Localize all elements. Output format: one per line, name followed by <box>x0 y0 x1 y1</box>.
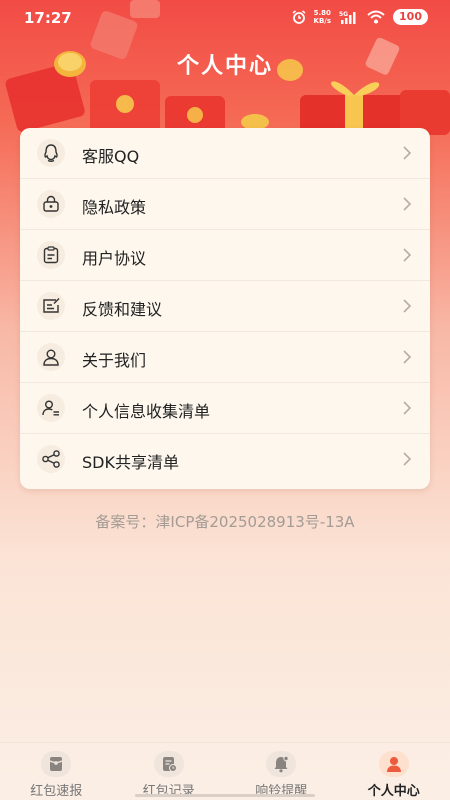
icp-record-number: 备案号：津ICP备2025028913号-13A <box>95 513 355 531</box>
qq-icon <box>37 139 65 167</box>
net-speed-value: 5.80 <box>313 9 331 17</box>
nav-label: 红包速报 <box>30 784 83 799</box>
network-type: 5G <box>339 11 348 18</box>
chevron-right-icon <box>403 350 412 364</box>
wifi-icon <box>367 10 385 24</box>
person-icon <box>37 343 65 371</box>
clipboard-icon <box>37 241 65 269</box>
menu-item-personal-info-list[interactable]: 个人信息收集清单 <box>20 383 430 434</box>
menu-item-about-us[interactable]: 关于我们 <box>20 332 430 383</box>
battery-indicator: 100 <box>393 9 428 25</box>
page-title: 个人中心 <box>176 54 273 79</box>
status-icons: 5.80 KB/s 5G 100 <box>292 9 428 25</box>
menu-item-user-agreement[interactable]: 用户协议 <box>20 230 430 281</box>
lock-icon <box>37 190 65 218</box>
chevron-right-icon <box>403 248 412 262</box>
feedback-icon <box>37 292 65 320</box>
nav-label: 个人中心 <box>367 784 420 799</box>
chevron-right-icon <box>403 401 412 415</box>
menu-item-label: 用户协议 <box>82 249 147 268</box>
alarm-icon <box>292 10 306 24</box>
signal-icon: 5G <box>339 11 356 24</box>
menu-item-sdk-share-list[interactable]: SDK共享清单 <box>20 434 430 484</box>
bell-icon <box>266 751 297 777</box>
menu-item-label: 隐私政策 <box>82 198 147 217</box>
menu-item-label: SDK共享清单 <box>82 453 179 472</box>
settings-menu-card: 客服QQ 隐私政策 用户协议 反馈和建议 关于我们 个人信息收集清单 SDK共享… <box>20 128 430 489</box>
nav-tab-red-packet-records[interactable]: 红包记录 <box>113 743 226 800</box>
chevron-right-icon <box>403 146 412 160</box>
menu-item-label: 关于我们 <box>82 351 147 370</box>
menu-item-label: 个人信息收集清单 <box>82 402 211 421</box>
status-time: 17:27 <box>24 9 72 27</box>
menu-item-feedback[interactable]: 反馈和建议 <box>20 281 430 332</box>
menu-item-label: 反馈和建议 <box>82 300 163 319</box>
gift-box-icon <box>300 81 450 135</box>
share-icon <box>37 445 65 473</box>
menu-item-label: 客服QQ <box>82 147 140 166</box>
chevron-right-icon <box>403 299 412 313</box>
nav-tab-personal-center[interactable]: 个人中心 <box>338 743 450 800</box>
record-icon <box>153 751 184 777</box>
status-bar: 17:27 5.80 KB/s 5G 100 <box>0 0 450 36</box>
red-packet-icon <box>41 751 72 777</box>
menu-item-privacy-policy[interactable]: 隐私政策 <box>20 179 430 230</box>
chevron-right-icon <box>403 452 412 466</box>
net-speed-unit: KB/s <box>313 17 332 25</box>
chevron-right-icon <box>403 197 412 211</box>
user-icon <box>378 751 409 777</box>
nav-tab-ring-reminder[interactable]: 响铃提醒 <box>225 743 338 800</box>
nav-tab-red-packet-news[interactable]: 红包速报 <box>0 743 113 800</box>
home-indicator[interactable] <box>135 794 315 797</box>
menu-item-customer-service-qq[interactable]: 客服QQ <box>20 128 430 179</box>
bottom-nav: 红包速报 红包记录 响铃提醒 个人中心 <box>0 742 450 800</box>
net-speed: 5.80 KB/s <box>314 9 331 25</box>
person-list-icon <box>37 394 65 422</box>
